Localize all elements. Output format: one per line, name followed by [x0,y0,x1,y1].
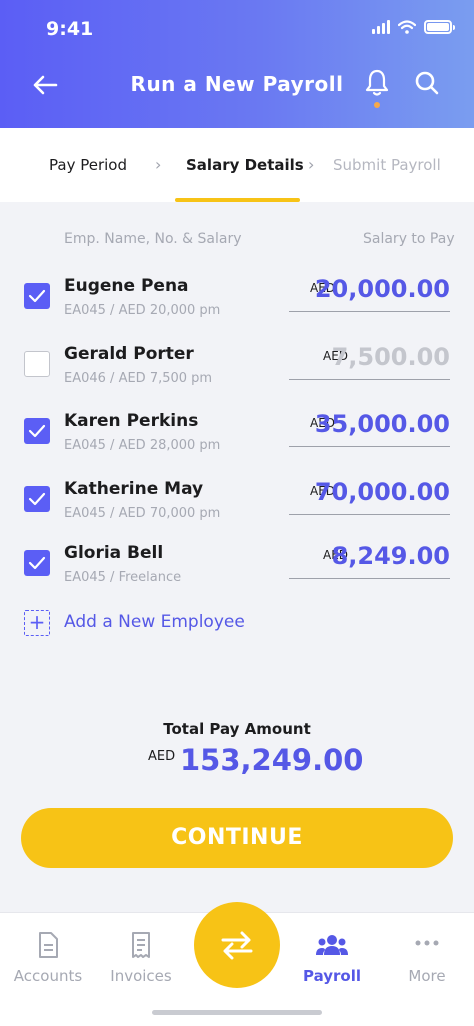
tab-more[interactable]: More [382,931,472,985]
continue-button[interactable]: CONTINUE [21,808,453,868]
salary-amount: 70,000.00 [314,478,450,506]
checkmark-icon [28,492,46,506]
employee-details: EA045 / AED 28,000 pm [64,438,221,453]
employee-name: Eugene Pena [64,276,189,296]
employee-name: Karen Perkins [64,411,199,431]
checkmark-icon [28,424,46,438]
salary-amount: 7,500.00 [331,343,450,371]
salary-input[interactable]: AED 8,249.00 [289,537,450,579]
employee-details: EA045 / AED 20,000 pm [64,303,221,318]
add-employee-button[interactable]: + Add a New Employee [24,610,264,638]
total-label: Total Pay Amount [163,720,311,738]
employee-row: Karen Perkins EA045 / AED 28,000 pm AED 35,… [0,407,474,463]
step-pay-period[interactable]: Pay Period [49,156,127,174]
step-submit-payroll[interactable]: Submit Payroll [333,156,441,174]
employee-checkbox[interactable] [24,283,50,309]
checkmark-icon [28,556,46,570]
transfer-button[interactable] [194,902,280,988]
search-icon[interactable] [413,69,441,97]
employee-name: Gerald Porter [64,344,194,364]
home-indicator [152,1010,322,1015]
notifications-button[interactable] [363,68,391,108]
document-icon [39,932,58,958]
employee-row: Gloria Bell EA045 / Freelance AED 8,249.00 [0,539,474,595]
transfer-arrows-icon [221,931,253,960]
app-header: 9:41 Run a New Payroll [0,0,474,128]
payroll-steps: Pay Period › Salary Details › Submit Pay… [0,128,474,202]
total-amount: 153,249.00 [180,743,364,777]
employee-name: Katherine May [64,479,204,499]
tab-label: Accounts [13,967,83,985]
column-header-salary: Salary to Pay [363,231,455,247]
salary-input[interactable]: AED 35,000.00 [289,405,450,447]
salary-input[interactable]: AED 20,000.00 [289,270,450,312]
total-currency: AED [148,749,176,764]
salary-amount: 35,000.00 [314,410,450,438]
employee-details: EA045 / AED 70,000 pm [64,506,221,521]
nav-bar: Run a New Payroll [0,60,474,110]
employee-name: Gloria Bell [64,543,164,563]
chevron-right-icon: › [308,155,315,174]
employee-checkbox[interactable] [24,486,50,512]
salary-amount: 20,000.00 [314,275,450,303]
employee-checkbox[interactable] [24,351,50,377]
tab-accounts[interactable]: Accounts [3,931,93,985]
tab-payroll[interactable]: Payroll [287,931,377,985]
add-employee-label: Add a New Employee [64,612,245,632]
notification-dot [374,102,380,108]
receipt-icon [132,932,150,958]
status-time: 9:41 [46,18,94,40]
plus-icon: + [24,610,50,636]
employee-row: Gerald Porter EA046 / AED 7,500 pm AED 7,50… [0,340,474,396]
chevron-right-icon: › [155,155,162,174]
employee-row: Katherine May EA045 / AED 70,000 pm AED 70,… [0,475,474,531]
tab-label: More [408,967,446,985]
employee-checkbox[interactable] [24,550,50,576]
salary-input[interactable]: AED 70,000.00 [289,473,450,515]
employee-row: Eugene Pena EA045 / AED 20,000 pm AED 20,00… [0,272,474,328]
wifi-icon [398,20,416,34]
checkmark-icon [28,289,46,303]
people-icon [316,935,348,955]
employee-details: EA046 / AED 7,500 pm [64,371,213,386]
salary-amount: 8,249.00 [331,542,450,570]
tab-invoices[interactable]: Invoices [96,931,186,985]
employee-details: EA045 / Freelance [64,570,182,585]
tab-label: Invoices [110,967,172,985]
status-icons [372,20,455,34]
signal-icon [372,20,390,34]
bell-icon [365,69,389,96]
active-step-indicator [175,198,300,202]
battery-icon [424,20,455,34]
employee-checkbox[interactable] [24,418,50,444]
page-title: Run a New Payroll [130,72,344,96]
tab-label: Payroll [302,967,361,985]
status-bar: 9:41 [0,0,474,60]
column-header-employee: Emp. Name, No. & Salary [64,231,242,247]
step-salary-details[interactable]: Salary Details [186,156,304,174]
salary-input[interactable]: AED 7,500.00 [289,338,450,380]
more-dots-icon [415,940,439,946]
